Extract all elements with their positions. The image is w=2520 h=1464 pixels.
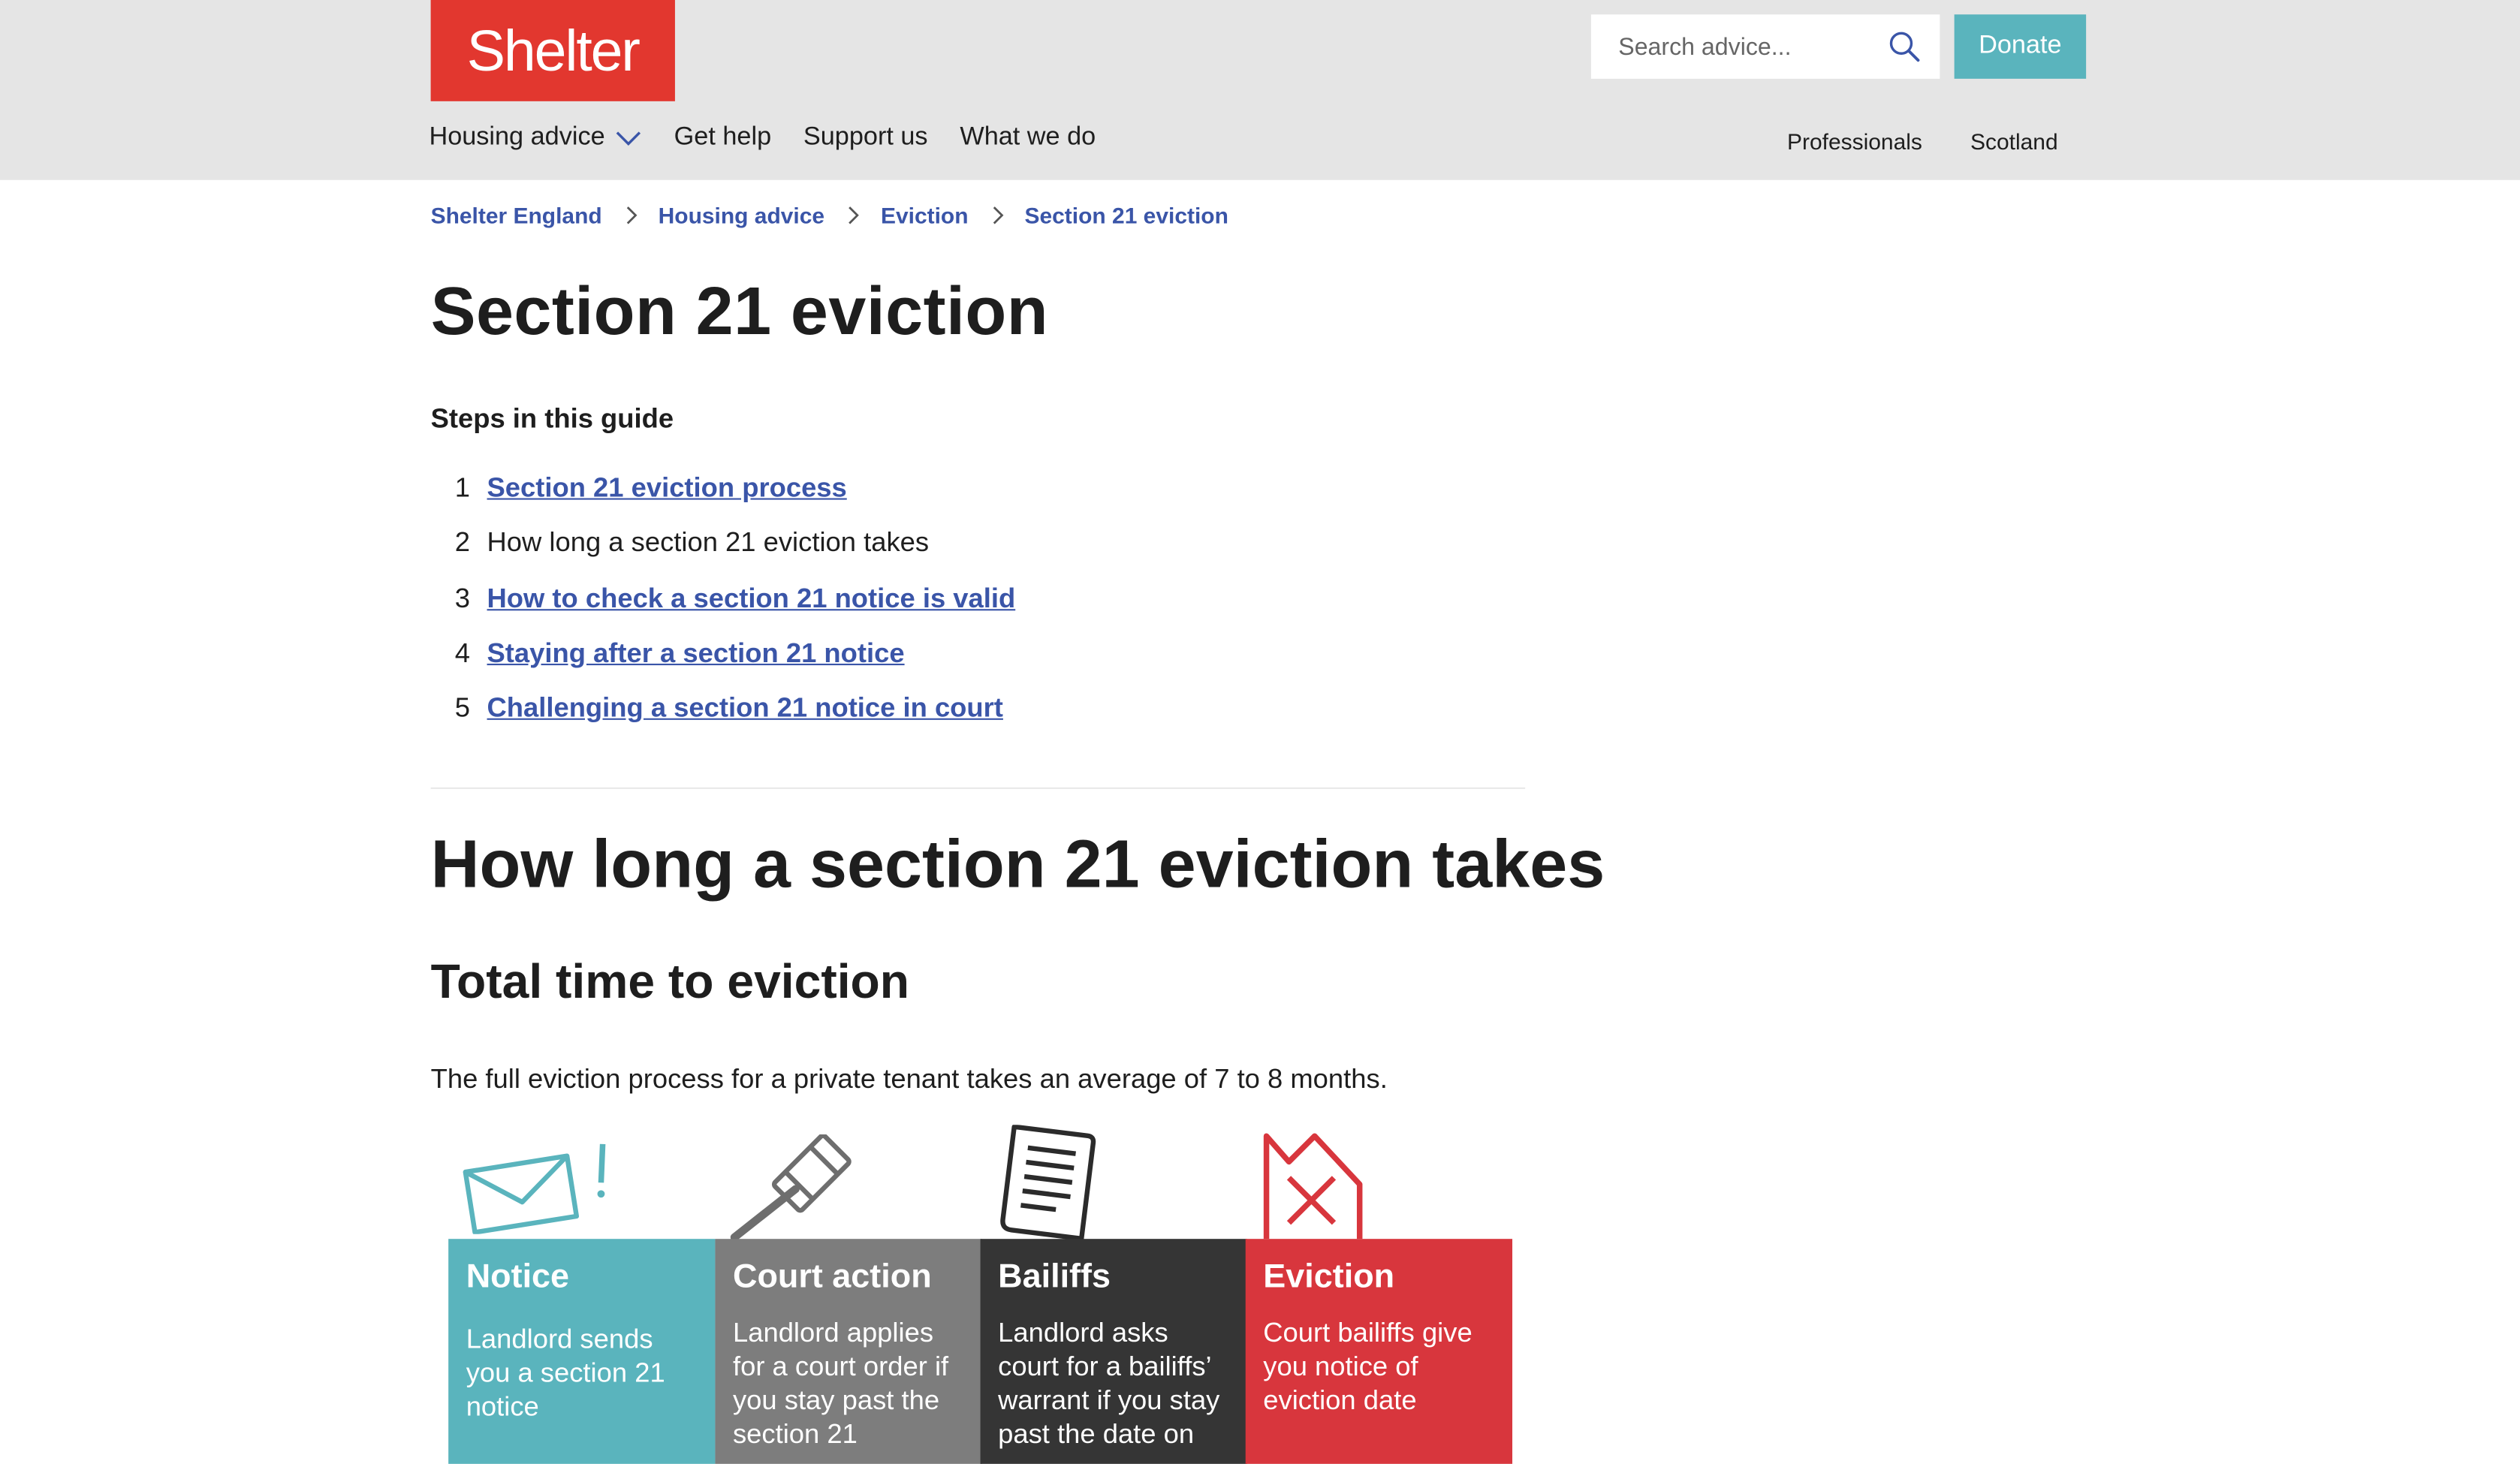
nav-item-get-help[interactable]: Get help bbox=[674, 122, 771, 155]
stage-text: Landlord sends you a section 21 notice bbox=[466, 1324, 665, 1423]
stage-text: Landlord asks court for a bailiffs’ warr… bbox=[998, 1318, 1220, 1450]
stage-court-action: Court action Landlord applies for a cour… bbox=[715, 1239, 982, 1464]
page-title: Section 21 eviction bbox=[430, 273, 1049, 349]
step-number: 1 bbox=[454, 472, 470, 503]
stage-title: Court action bbox=[732, 1258, 932, 1296]
search-icon[interactable] bbox=[1888, 31, 1921, 63]
breadcrumb-current[interactable]: Section 21 eviction bbox=[1024, 203, 1228, 228]
step-number: 4 bbox=[454, 637, 470, 669]
stage-text: Landlord applies for a court order if yo… bbox=[732, 1318, 949, 1450]
stage-title: Eviction bbox=[1263, 1258, 1395, 1296]
breadcrumb-link[interactable]: Eviction bbox=[881, 203, 969, 228]
logo-text: Shelter bbox=[466, 17, 641, 83]
step-link[interactable]: Section 21 eviction process bbox=[487, 472, 847, 505]
eviction-timeline-infographic: Notice Landlord sends you a section 21 n… bbox=[448, 1125, 1513, 1464]
step-item: 3 How to check a section 21 notice is va… bbox=[450, 583, 1016, 637]
donate-button[interactable]: Donate bbox=[1954, 14, 2087, 79]
stage-notice: Notice Landlord sends you a section 21 n… bbox=[448, 1239, 716, 1464]
step-link[interactable]: How to check a section 21 notice is vali… bbox=[487, 583, 1016, 615]
nav-item-label: Housing advice bbox=[429, 123, 605, 152]
section-title: How long a section 21 eviction takes bbox=[430, 826, 1605, 902]
breadcrumb: Shelter England Housing advice Eviction … bbox=[431, 203, 1228, 228]
stage-title: Notice bbox=[466, 1258, 570, 1296]
nav-item-label: Get help bbox=[674, 123, 772, 152]
shelter-logo[interactable]: Shelter bbox=[430, 0, 675, 101]
section-divider bbox=[430, 787, 1526, 789]
step-number: 3 bbox=[454, 583, 470, 613]
search-box bbox=[1590, 14, 1940, 79]
step-item: 4 Staying after a section 21 notice bbox=[450, 637, 1015, 692]
search-input[interactable] bbox=[1590, 14, 1881, 79]
envelope-icon bbox=[463, 1143, 606, 1234]
step-current-label: How long a section 21 eviction takes bbox=[487, 527, 930, 559]
stage-eviction: Eviction Court bailiffs give you notice … bbox=[1245, 1239, 1513, 1464]
stage-title: Bailiffs bbox=[998, 1258, 1111, 1296]
chevron-down-icon bbox=[616, 131, 641, 146]
step-link[interactable]: Staying after a section 21 notice bbox=[487, 637, 905, 670]
nav-item-label: Support us bbox=[803, 123, 928, 152]
subsection-title: Total time to eviction bbox=[430, 956, 910, 1010]
nav-item-what-we-do[interactable]: What we do bbox=[960, 122, 1096, 155]
nav-item-housing-advice[interactable]: Housing advice bbox=[429, 122, 641, 155]
chevron-right-icon bbox=[625, 206, 637, 224]
step-item: 5 Challenging a section 21 notice in cou… bbox=[450, 693, 1015, 748]
stage-bailiffs: Bailiffs Landlord asks court for a baili… bbox=[980, 1239, 1247, 1464]
document-icon bbox=[1000, 1125, 1096, 1241]
steps-heading: Steps in this guide bbox=[430, 403, 674, 434]
chevron-right-icon bbox=[992, 206, 1003, 224]
steps-list: 1 Section 21 eviction process 2 How long… bbox=[450, 472, 1016, 748]
gavel-icon bbox=[730, 1134, 852, 1241]
step-item-current: 2 How long a section 21 eviction takes bbox=[450, 528, 1015, 583]
breadcrumb-link[interactable]: Shelter England bbox=[431, 203, 602, 228]
house-cross-icon bbox=[1263, 1133, 1363, 1240]
intro-paragraph: The full eviction process for a private … bbox=[430, 1063, 1388, 1095]
step-number: 5 bbox=[454, 692, 470, 724]
nav-item-support-us[interactable]: Support us bbox=[803, 122, 928, 155]
chevron-right-icon bbox=[849, 206, 859, 224]
breadcrumb-link[interactable]: Housing advice bbox=[659, 203, 824, 228]
site-header: Shelter Donate Housing advice Get help S… bbox=[0, 0, 2520, 180]
main-nav: Housing advice Get help Support us What … bbox=[429, 122, 1128, 155]
step-link[interactable]: Challenging a section 21 notice in court bbox=[487, 693, 1003, 725]
step-item: 1 Section 21 eviction process bbox=[450, 472, 1015, 527]
nav-item-label: What we do bbox=[960, 123, 1096, 152]
nav-link-scotland[interactable]: Scotland bbox=[1970, 128, 2058, 154]
nav-link-professionals[interactable]: Professionals bbox=[1787, 128, 1922, 154]
step-number: 2 bbox=[454, 527, 470, 559]
stage-text: Court bailiffs give you notice of evicti… bbox=[1263, 1318, 1473, 1416]
